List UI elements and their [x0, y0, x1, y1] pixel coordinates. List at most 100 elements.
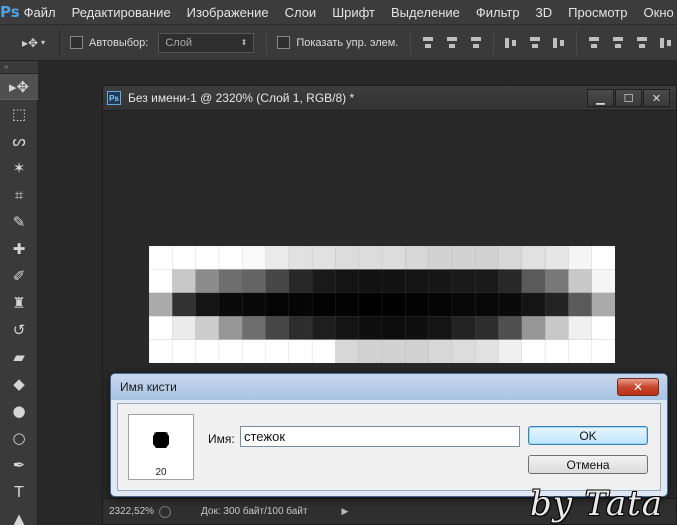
dodge-tool-icon[interactable]: ○: [0, 424, 38, 451]
pixel-cell: [358, 339, 383, 363]
close-icon: ✕: [632, 380, 644, 394]
pixel-cell: [568, 269, 593, 294]
dialog-close-button[interactable]: ✕: [617, 378, 659, 396]
menu-item-5[interactable]: Выделение: [383, 5, 468, 20]
pixel-cell: [241, 246, 267, 270]
dialog-title: Имя кисти: [120, 380, 177, 394]
distribute-top-icon[interactable]: [587, 36, 601, 50]
cancel-button[interactable]: Отмена: [528, 455, 648, 474]
menu-item-8[interactable]: Просмотр: [560, 5, 635, 20]
pixel-cell: [474, 246, 500, 270]
eyedropper-tool-icon[interactable]: ✎: [0, 208, 38, 235]
dialog-titlebar[interactable]: Имя кисти ✕: [111, 374, 667, 400]
blur-tool-icon[interactable]: ●: [0, 397, 38, 424]
pixel-cell: [451, 269, 476, 294]
menu-item-6[interactable]: Фильтр: [468, 5, 528, 20]
crop-tool-icon[interactable]: ⌗: [0, 181, 38, 208]
pixel-cell: [335, 269, 360, 294]
pixel-cell: [381, 292, 406, 317]
align-vertical-center-icon[interactable]: [445, 36, 459, 50]
align-right-icon[interactable]: [552, 36, 566, 50]
pixel-cell: [405, 315, 430, 341]
document-info: Док: 300 байт/100 байт: [201, 506, 308, 517]
distribute-bottom-icon[interactable]: [635, 36, 649, 50]
pixel-cell: [288, 246, 313, 270]
pixel-cell: [195, 292, 220, 317]
pixel-cell: [591, 339, 615, 363]
pixel-cell: [591, 269, 615, 294]
pixel-cell: [172, 269, 197, 294]
maximize-button[interactable]: ☐: [615, 89, 642, 107]
pixel-cell: [358, 269, 383, 294]
tools-panel-collapse[interactable]: »: [0, 61, 38, 73]
pixel-cell: [544, 246, 569, 270]
pixel-cell: [172, 292, 197, 317]
pixel-cell: [521, 339, 546, 363]
pixel-cell: [311, 269, 336, 294]
pixel-cell: [544, 269, 569, 294]
eraser-tool-icon[interactable]: ▰: [0, 343, 38, 370]
marquee-tool-icon[interactable]: ⬚: [0, 100, 38, 127]
show-transform-checkbox[interactable]: [277, 36, 291, 49]
menu-item-4[interactable]: Шрифт: [324, 5, 383, 20]
document-titlebar[interactable]: Ps Без имени-1 @ 2320% (Слой 1, RGB/8) *…: [103, 86, 676, 111]
pixel-cell: [428, 292, 453, 317]
tools-panel: ▸✥ ⬚ ᔕ ✶ ⌗ ✎ ✚ ✐ ♜ ↺ ▰ ◆ ● ○ ✒ T ▲: [0, 73, 38, 525]
status-arrow-icon[interactable]: ▶: [342, 506, 349, 517]
tool-preset-picker[interactable]: ▸✥ ▾: [8, 29, 60, 56]
minimize-button[interactable]: ▁: [587, 89, 614, 107]
pixel-cell: [474, 315, 500, 341]
pixel-cell: [591, 246, 615, 270]
autoselect-dropdown[interactable]: Слой ⬍: [158, 32, 255, 53]
distribute-center-icon[interactable]: [611, 36, 625, 50]
separator: [410, 30, 412, 55]
zoom-level[interactable]: 2322,52%: [109, 506, 157, 517]
ok-button[interactable]: OK: [528, 426, 648, 445]
menu-item-9[interactable]: Окно: [636, 5, 677, 20]
pixel-cell: [265, 292, 290, 317]
menu-item-1[interactable]: Редактирование: [64, 5, 179, 20]
pixel-cell: [521, 269, 546, 294]
align-horizontal-center-icon[interactable]: [528, 36, 542, 50]
brush-name-input[interactable]: [240, 426, 520, 447]
pixel-brush-image[interactable]: [149, 246, 615, 363]
autoselect-checkbox[interactable]: [70, 36, 83, 49]
type-tool-icon[interactable]: T: [0, 478, 38, 505]
menu-item-7[interactable]: 3D: [528, 5, 561, 20]
pixel-cell: [428, 339, 453, 363]
menu-item-0[interactable]: Файл: [20, 5, 64, 20]
distribute-left-icon[interactable]: [659, 36, 673, 50]
clone-stamp-tool-icon[interactable]: ♜: [0, 289, 38, 316]
magic-wand-tool-icon[interactable]: ✶: [0, 154, 38, 181]
pixel-cell: [381, 246, 406, 270]
align-top-icon[interactable]: [421, 36, 435, 50]
pixel-cell: [405, 269, 430, 294]
healing-brush-tool-icon[interactable]: ✚: [0, 235, 38, 262]
menu-bar: Ps Файл Редактирование Изображение Слои Шриф…: [0, 0, 677, 24]
brush-preview: 20: [128, 414, 194, 480]
align-bottom-icon[interactable]: [469, 36, 483, 50]
pixel-cell: [381, 269, 406, 294]
pixel-cell: [498, 315, 523, 341]
pixel-cell: [172, 315, 197, 341]
brush-tool-icon[interactable]: ✐: [0, 262, 38, 289]
pixel-cell: [428, 269, 453, 294]
paint-bucket-tool-icon[interactable]: ◆: [0, 370, 38, 397]
status-menu-icon[interactable]: [159, 505, 171, 518]
close-button[interactable]: ✕: [643, 89, 670, 107]
pixel-cell: [474, 339, 500, 363]
pixel-cell: [311, 292, 336, 317]
pixel-cell: [335, 339, 360, 363]
pixel-cell: [241, 339, 267, 363]
history-brush-tool-icon[interactable]: ↺: [0, 316, 38, 343]
align-left-icon[interactable]: [504, 36, 518, 50]
separator: [266, 30, 268, 55]
move-tool-icon[interactable]: ▸✥: [0, 73, 38, 100]
pixel-cell: [241, 315, 267, 341]
path-selection-tool-icon[interactable]: ▲: [0, 505, 38, 525]
menu-item-3[interactable]: Слои: [277, 5, 325, 20]
lasso-tool-icon[interactable]: ᔕ: [0, 127, 38, 154]
menu-item-2[interactable]: Изображение: [179, 5, 277, 20]
pixel-cell: [149, 292, 173, 317]
pen-tool-icon[interactable]: ✒: [0, 451, 38, 478]
